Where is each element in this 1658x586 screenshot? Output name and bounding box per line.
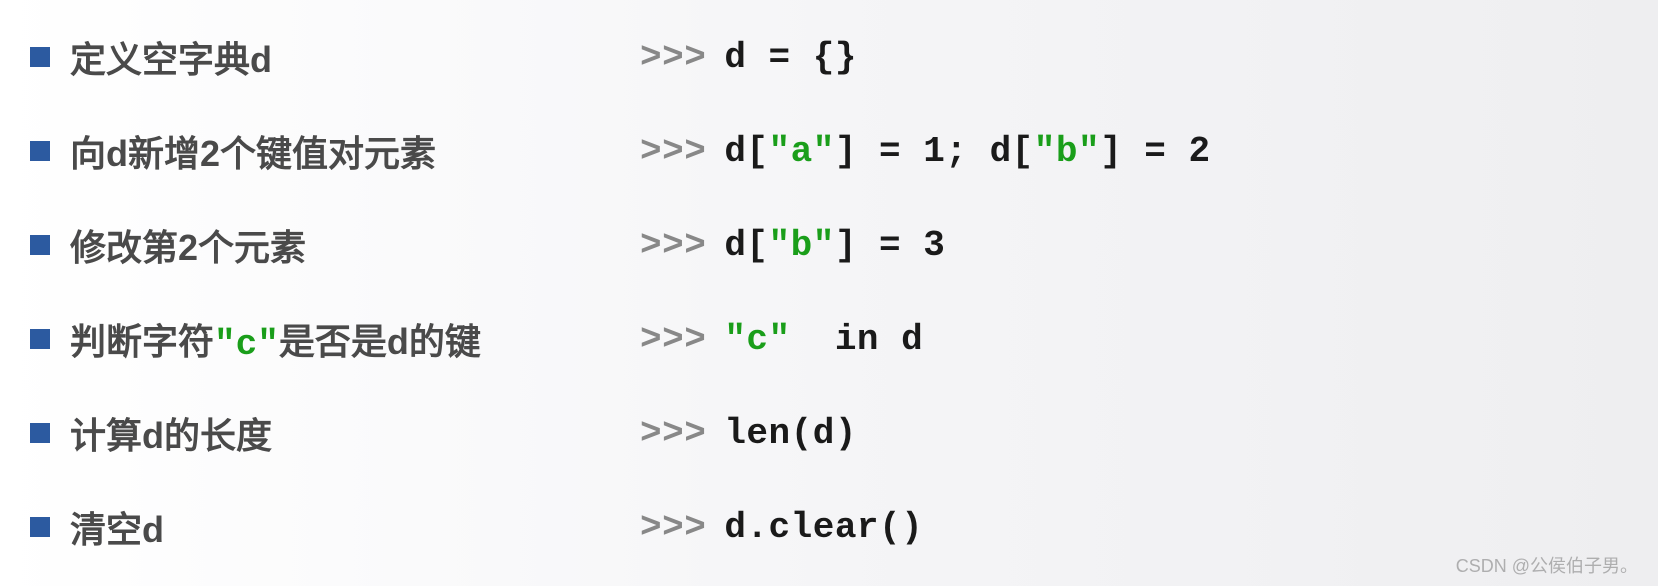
description-label: 定义空字典d <box>70 31 272 83</box>
description-label: 修改第2个元素 <box>70 219 306 271</box>
code-token: len(d) <box>724 413 857 454</box>
code-column: >>> d["a"] = 1; d["b"] = 2 <box>640 131 1211 172</box>
slide-container: 定义空字典d>>>d = {}向d新增2个键值对元素>>>d["a"] = 1;… <box>30 10 1628 574</box>
description-label: 向d新增2个键值对元素 <box>70 125 436 177</box>
code-token: d[ <box>724 131 768 172</box>
repl-prompt: >>> <box>640 37 706 78</box>
label-text-pre: 判断字符 <box>70 321 214 362</box>
code-column: >>> d = {} <box>640 37 857 78</box>
list-item: 定义空字典d >>> d = {} <box>30 10 1628 104</box>
list-item: 计算d的长度 >>> len(d) <box>30 386 1628 480</box>
code-string-literal: "a" <box>769 131 835 172</box>
code-column: >>> d.clear() <box>640 507 923 548</box>
description-column: 向d新增2个键值对元素 <box>30 125 640 177</box>
label-text-green: "c" <box>214 324 279 365</box>
label-text-pre: 清空d <box>70 509 164 550</box>
code-token: d = {} <box>724 37 857 78</box>
repl-prompt: >>> <box>640 131 706 172</box>
list-item: 判断字符"c"是否是d的键>>>"c" in d <box>30 292 1628 386</box>
list-item: 向d新增2个键值对元素 >>> d["a"] = 1; d["b"] = 2 <box>30 104 1628 198</box>
description-label: 计算d的长度 <box>70 407 272 459</box>
description-label: 判断字符"c"是否是d的键 <box>70 313 481 365</box>
description-column: 修改第2个元素 <box>30 219 640 271</box>
repl-prompt: >>> <box>640 413 706 454</box>
code-column: >>> d["b"] = 3 <box>640 225 945 266</box>
repl-prompt: >>> <box>640 507 706 548</box>
list-item: 修改第2个元素 >>> d["b"] = 3 <box>30 198 1628 292</box>
code-token: in d <box>791 319 924 360</box>
code-token: d[ <box>724 225 768 266</box>
code-token: ] = 1; d[ <box>835 131 1034 172</box>
square-bullet-icon <box>30 329 50 349</box>
watermark-text: CSDN @公侯伯子男。 <box>1456 552 1638 578</box>
code-column: >>> len(d) <box>640 413 857 454</box>
code-column: >>> "c" in d <box>640 319 923 360</box>
code-token: d.clear() <box>724 507 923 548</box>
label-text-pre: 向d新增2个键值对元素 <box>70 133 436 174</box>
label-text-pre: 定义空字典d <box>70 39 272 80</box>
code-token: ] = 3 <box>835 225 946 266</box>
square-bullet-icon <box>30 141 50 161</box>
label-text-post: 是否是d的键 <box>279 321 481 362</box>
code-token: ] = 2 <box>1100 131 1211 172</box>
repl-prompt: >>> <box>640 319 706 360</box>
square-bullet-icon <box>30 423 50 443</box>
description-column: 计算d的长度 <box>30 407 640 459</box>
description-column: 清空d <box>30 501 640 553</box>
repl-prompt: >>> <box>640 225 706 266</box>
square-bullet-icon <box>30 235 50 255</box>
label-text-pre: 修改第2个元素 <box>70 227 306 268</box>
label-text-pre: 计算d的长度 <box>70 415 272 456</box>
list-item: 清空d >>> d.clear() <box>30 480 1628 574</box>
code-string-literal: "c" <box>724 319 790 360</box>
description-column: 判断字符"c"是否是d的键 <box>30 313 640 365</box>
code-string-literal: "b" <box>769 225 835 266</box>
square-bullet-icon <box>30 47 50 67</box>
code-string-literal: "b" <box>1034 131 1100 172</box>
description-column: 定义空字典d <box>30 31 640 83</box>
description-label: 清空d <box>70 501 164 553</box>
square-bullet-icon <box>30 517 50 537</box>
